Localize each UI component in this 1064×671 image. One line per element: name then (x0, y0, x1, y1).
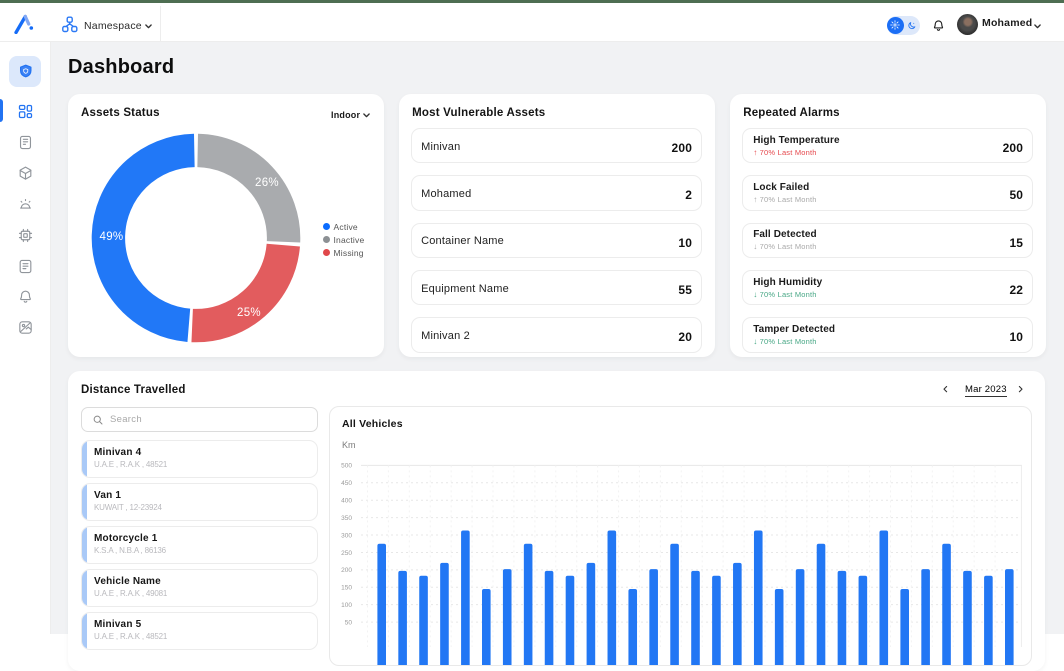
svg-text:350: 350 (341, 515, 352, 522)
svg-text:150: 150 (341, 585, 352, 592)
svg-text:250: 250 (341, 550, 352, 557)
svg-text:450: 450 (341, 480, 352, 487)
svg-text:100: 100 (341, 602, 352, 609)
svg-text:50: 50 (344, 620, 352, 627)
svg-text:400: 400 (341, 498, 352, 505)
svg-text:200: 200 (341, 567, 352, 574)
svg-text:500: 500 (341, 463, 352, 470)
svg-text:300: 300 (341, 533, 352, 540)
